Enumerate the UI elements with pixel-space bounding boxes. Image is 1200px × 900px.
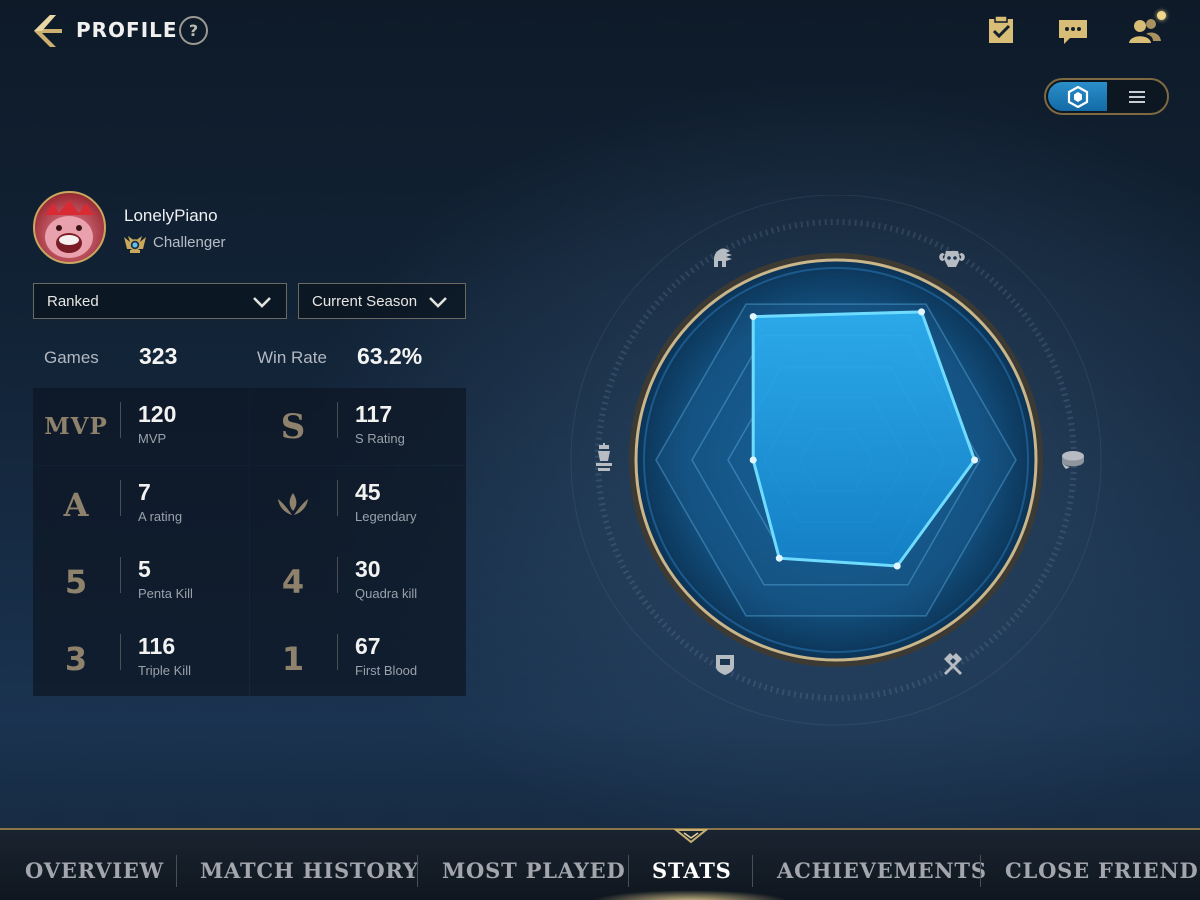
stat-label: Penta Kill	[138, 586, 193, 601]
active-tab-glow	[590, 890, 790, 900]
radar-point	[971, 456, 979, 464]
player-name: LonelyPiano	[124, 206, 218, 225]
avatar[interactable]	[33, 191, 106, 264]
radar-point	[775, 554, 783, 562]
top-bar: PROFILE ?	[0, 0, 1200, 115]
chevron-down-icon	[429, 297, 447, 308]
stats-grid: MVP 120 MVP S 117 S Rating A 7 A rating …	[33, 388, 466, 696]
chat-bubble-icon[interactable]	[1056, 14, 1090, 46]
stat-label: Legendary	[355, 509, 417, 524]
chevron-down-icon	[253, 297, 271, 308]
stat-cell-s-rating: S 117 S Rating	[250, 388, 466, 465]
stat-cell-triple-kill: 3 116 Triple Kill	[33, 620, 249, 696]
tab-stats[interactable]: STATS	[652, 858, 732, 883]
tab-match-history[interactable]: MATCH HISTORY	[200, 858, 419, 883]
tab-overview[interactable]: OVERVIEW	[25, 858, 164, 883]
list-view-button[interactable]	[1108, 82, 1166, 111]
legendary-crown-icon	[250, 466, 336, 543]
list-icon	[1129, 91, 1145, 103]
divider	[752, 855, 753, 887]
stat-value: 45	[355, 479, 381, 505]
mvp-badge-icon: MVP	[44, 413, 108, 440]
stat-value: 5	[138, 556, 151, 582]
back-chevron-icon[interactable]	[28, 12, 68, 50]
stat-cell-penta-kill: 5 5 Penta Kill	[33, 543, 249, 620]
radar-chart	[570, 195, 1102, 726]
tab-most-played[interactable]: MOST PLAYED	[442, 858, 625, 883]
stat-label: First Blood	[355, 663, 418, 678]
s-rating-icon: S	[280, 406, 306, 447]
divider	[120, 480, 121, 516]
winrate-label: Win Rate	[257, 348, 327, 367]
penta-kill-icon: 5	[64, 562, 88, 601]
page-title: PROFILE	[76, 18, 178, 42]
bottom-nav: OVERVIEW MATCH HISTORY MOST PLAYED STATS…	[0, 828, 1200, 900]
divider	[628, 855, 629, 887]
crossed-hammers-icon	[944, 653, 962, 675]
games-label: Games	[44, 348, 99, 367]
stat-value: 30	[355, 556, 381, 582]
divider	[417, 855, 418, 887]
queue-dropdown-value: Ranked	[47, 293, 99, 310]
stat-cell-a-rating: A 7 A rating	[33, 466, 249, 543]
divider	[337, 402, 338, 438]
radar-point	[749, 456, 757, 464]
divider	[120, 402, 121, 438]
friends-icon[interactable]	[1128, 14, 1162, 46]
divider	[980, 855, 981, 887]
active-tab-caret-icon	[674, 829, 708, 844]
stat-value: 116	[138, 633, 176, 659]
stat-value: 117	[355, 401, 393, 427]
tab-achievements[interactable]: ACHIEVEMENTS	[777, 858, 987, 883]
help-button[interactable]: ?	[179, 16, 208, 45]
hexagon-icon	[1067, 86, 1089, 108]
stat-value: 67	[355, 633, 381, 659]
avatar-image	[45, 200, 94, 258]
divider	[120, 634, 121, 670]
divider	[337, 557, 338, 593]
clipboard-check-icon[interactable]	[984, 14, 1018, 46]
quadra-kill-icon: 4	[281, 562, 305, 601]
radar-view-button[interactable]	[1048, 82, 1107, 111]
view-toggle	[1044, 78, 1169, 115]
triple-kill-icon: 3	[64, 639, 88, 678]
stat-label: Triple Kill	[138, 663, 191, 678]
season-dropdown[interactable]: Current Season	[298, 283, 466, 319]
stat-label: A rating	[138, 509, 183, 524]
winrate-value: 63.2%	[357, 343, 423, 369]
radar-point	[893, 562, 901, 570]
challenger-rank-icon	[124, 236, 146, 253]
radar-point	[918, 308, 925, 316]
queue-dropdown[interactable]: Ranked	[33, 283, 287, 319]
notification-dot	[1157, 11, 1166, 20]
shield-icon	[716, 655, 734, 675]
games-value: 323	[139, 343, 178, 369]
first-blood-icon: 1	[281, 639, 305, 678]
stat-value: 7	[138, 479, 151, 505]
divider	[337, 634, 338, 670]
stat-cell-mvp: MVP 120 MVP	[33, 388, 249, 465]
stat-label: MVP	[138, 431, 167, 446]
stat-cell-quadra-kill: 4 30 Quadra kill	[250, 543, 466, 620]
stat-label: S Rating	[355, 431, 405, 446]
player-rank: Challenger	[153, 234, 226, 251]
stat-cell-first-blood: 1 67 First Blood	[250, 620, 466, 696]
stat-label: Quadra kill	[355, 586, 418, 601]
radar-point	[749, 313, 757, 321]
tab-close-friends[interactable]: CLOSE FRIENDS	[1005, 858, 1200, 883]
season-dropdown-value: Current Season	[312, 293, 418, 310]
divider	[120, 557, 121, 593]
stat-cell-legendary: 45 Legendary	[250, 466, 466, 543]
divider	[337, 480, 338, 516]
divider	[176, 855, 177, 887]
a-rating-icon: A	[63, 485, 89, 524]
ram-skull-icon	[939, 251, 965, 267]
stat-value: 120	[138, 401, 177, 427]
